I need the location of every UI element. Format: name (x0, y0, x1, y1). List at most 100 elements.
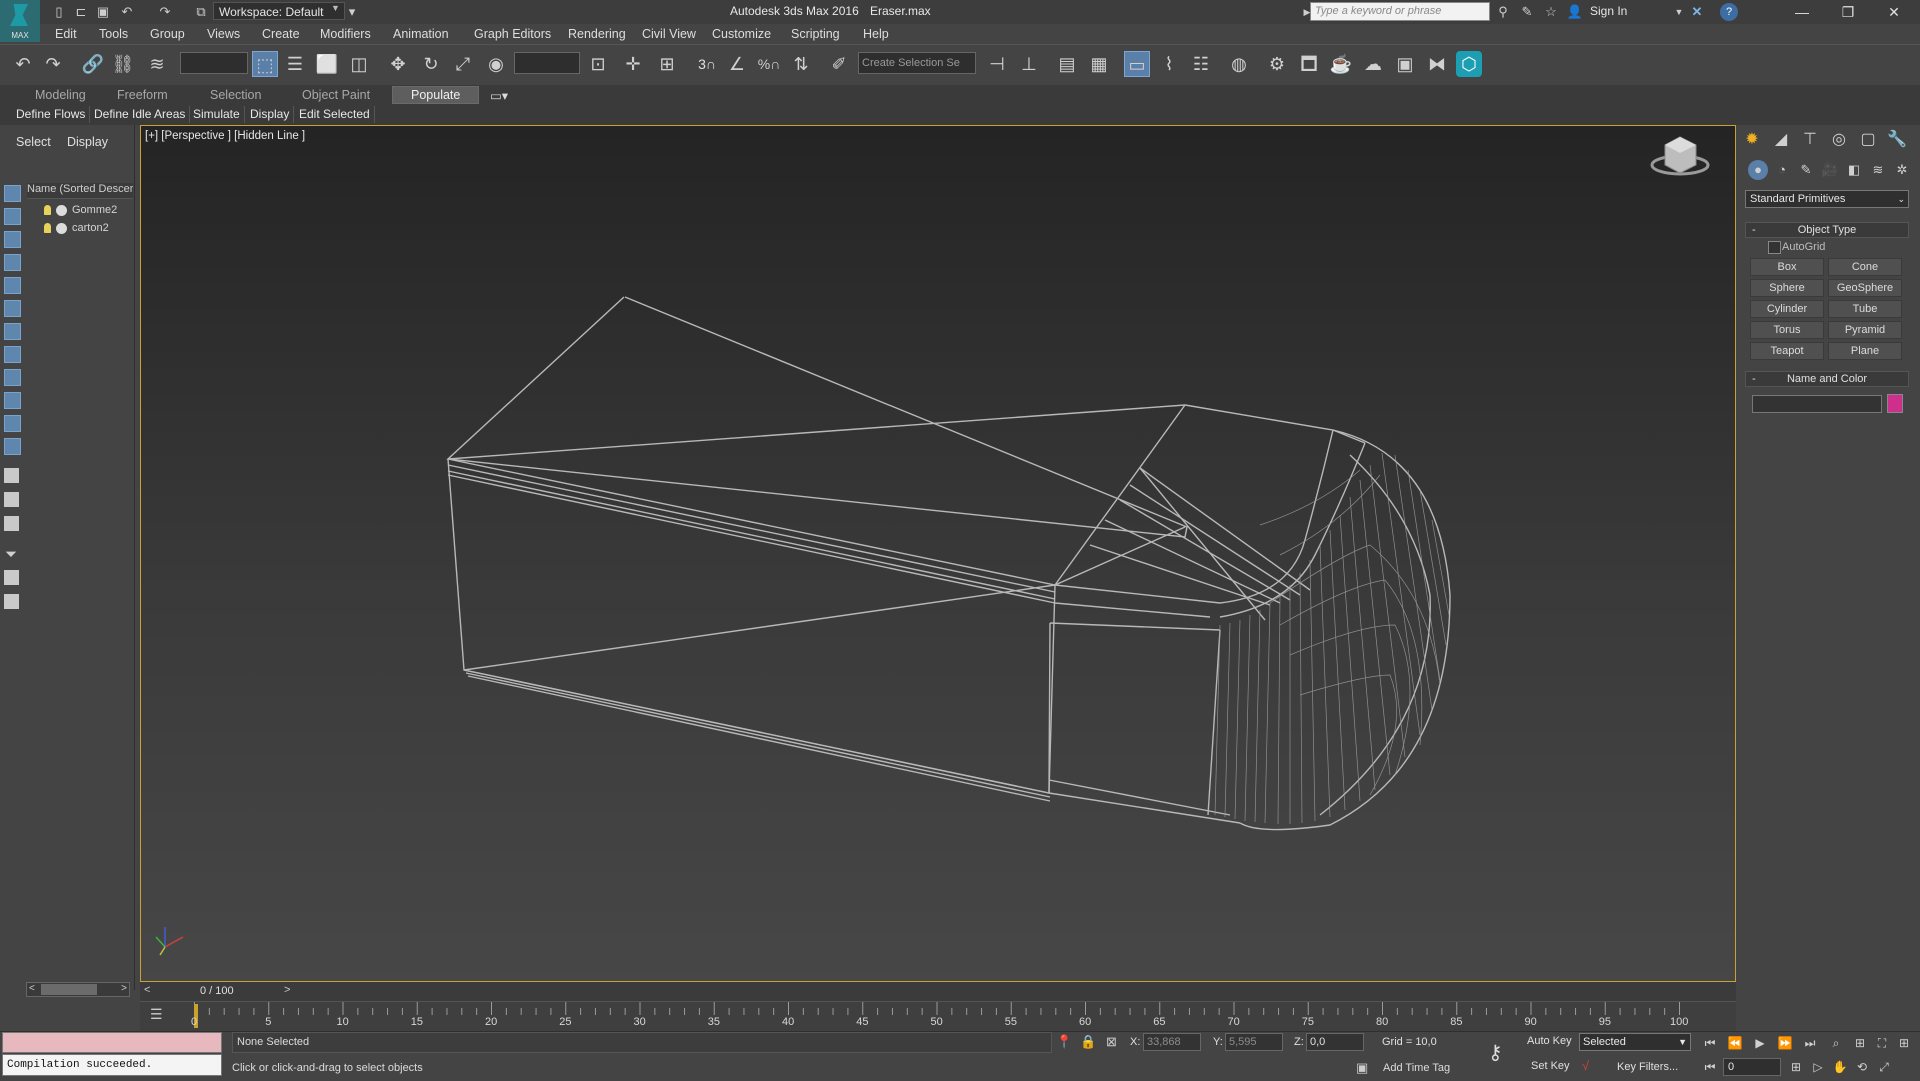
time-prev-icon[interactable]: < (144, 984, 150, 996)
sign-in-link[interactable]: Sign In (1590, 4, 1627, 18)
systems-category-icon[interactable]: ✲ (1892, 160, 1912, 180)
auto-key-button[interactable]: Auto Key (1527, 1035, 1572, 1047)
explorer-tab-select[interactable]: Select (16, 135, 51, 149)
zoom-icon[interactable]: ⌕ (1826, 1034, 1846, 1052)
time-configuration-icon[interactable]: ⊞ (1786, 1058, 1806, 1076)
y-coordinate-field[interactable]: 5,595 (1225, 1033, 1283, 1051)
open-file-icon[interactable]: ⊏ (72, 3, 90, 21)
go-to-start-icon[interactable]: ⏮ (1700, 1034, 1720, 1052)
unlink-icon[interactable]: ⛓ (110, 51, 136, 77)
space-warps-category-icon[interactable]: ≋ (1868, 160, 1888, 180)
rendered-frame-window-icon[interactable]: 🗖 (1296, 51, 1322, 77)
z-coordinate-field[interactable]: 0,0 (1306, 1033, 1364, 1051)
object-color-swatch[interactable] (1887, 394, 1903, 413)
list-item[interactable]: Gomme2 (44, 202, 117, 218)
motion-tab-icon[interactable]: ◎ (1828, 129, 1850, 151)
redo-icon[interactable]: ↷ (40, 51, 66, 77)
sign-in-arrow-icon[interactable]: ▼ (1670, 3, 1688, 21)
minimize-icon[interactable]: — (1780, 0, 1824, 24)
pivot-center-icon[interactable]: ⊡ (585, 51, 611, 77)
undo-quick-icon[interactable]: ↶ (118, 3, 136, 21)
simulate-button[interactable]: Simulate (189, 106, 245, 123)
tab-freeform[interactable]: Freeform (117, 88, 168, 102)
explorer-tab-display[interactable]: Display (67, 135, 108, 149)
select-manipulate-icon[interactable]: ✛ (620, 51, 646, 77)
render-production-icon[interactable]: ☕ (1328, 51, 1354, 77)
add-time-tag-button[interactable]: Add Time Tag (1383, 1062, 1450, 1074)
key-filters-button[interactable]: Key Filters... (1617, 1061, 1678, 1073)
render-iterative-icon[interactable]: ☁ (1360, 51, 1386, 77)
menu-customize[interactable]: Customize (712, 27, 771, 41)
object-type-rollout[interactable]: - Object Type (1745, 222, 1909, 238)
display-none-all-icon[interactable] (4, 492, 19, 507)
maximize-viewport-icon[interactable]: ⤢ (1874, 1058, 1894, 1076)
name-and-color-rollout[interactable]: - Name and Color (1745, 371, 1909, 387)
torus-button[interactable]: Torus (1750, 321, 1824, 339)
workspace-dropdown[interactable]: Workspace: Default (213, 2, 345, 20)
maxscript-listener-input[interactable] (2, 1032, 222, 1053)
menu-modifiers[interactable]: Modifiers (320, 27, 371, 41)
zoom-extents-icon[interactable]: ⛶ (1872, 1034, 1892, 1052)
mirror-icon[interactable]: ⊣ (984, 51, 1010, 77)
geometry-category-icon[interactable]: ● (1748, 160, 1768, 180)
close-icon[interactable]: ✕ (1872, 0, 1916, 24)
search-input[interactable]: Type a keyword or phrase (1310, 2, 1490, 21)
key-mode-toggle-icon[interactable]: ⏮ (1700, 1058, 1720, 1076)
column-header-name[interactable]: Name (Sorted Descer (27, 183, 133, 199)
display-tab-icon[interactable]: ▢ (1857, 129, 1879, 151)
invert-display-icon[interactable] (4, 516, 19, 531)
tube-button[interactable]: Tube (1828, 300, 1902, 318)
percent-snap-icon[interactable]: %∩ (756, 51, 782, 77)
view-cube[interactable] (1650, 136, 1710, 176)
tab-object-paint[interactable]: Object Paint (302, 88, 370, 102)
app-logo[interactable]: MAX (0, 0, 40, 42)
next-frame-icon[interactable]: ⏩ (1775, 1034, 1795, 1052)
material-editor-icon[interactable]: ◍ (1226, 51, 1252, 77)
tab-selection[interactable]: Selection (210, 88, 261, 102)
modify-tab-icon[interactable]: ◢ (1770, 129, 1792, 151)
rectangular-selection-icon[interactable]: ⬜ (314, 51, 340, 77)
align-icon[interactable]: ⊥ (1016, 51, 1042, 77)
teapot-button[interactable]: Teapot (1750, 342, 1824, 360)
undo-icon[interactable]: ↶ (10, 51, 36, 77)
menu-views[interactable]: Views (207, 27, 240, 41)
scroll-right-icon[interactable]: > (121, 983, 127, 994)
reference-coordinate-dropdown[interactable] (514, 52, 580, 74)
bind-space-warp-icon[interactable]: ≋ (144, 51, 170, 77)
scroll-left-icon[interactable]: < (29, 983, 35, 994)
display-frozen-icon[interactable] (4, 438, 21, 455)
display-helpers-icon[interactable] (4, 300, 21, 317)
window-crossing-icon[interactable]: ◫ (346, 51, 372, 77)
a360-icon[interactable]: ⬡ (1456, 51, 1482, 77)
set-key-button[interactable]: Set Key (1531, 1060, 1570, 1072)
geosphere-button[interactable]: GeoSphere (1828, 279, 1902, 297)
box-button[interactable]: Box (1750, 258, 1824, 276)
edit-named-selection-icon[interactable]: ✐ (826, 51, 852, 77)
menu-tools[interactable]: Tools (99, 27, 128, 41)
field-of-view-icon[interactable]: ▷ (1808, 1058, 1828, 1076)
communication-center-icon[interactable]: ✎ (1518, 3, 1536, 21)
curve-editor-icon[interactable]: ⌇ (1156, 51, 1182, 77)
scene-explorer-toggle-icon[interactable]: ▭ (1124, 51, 1150, 77)
ribbon-options-icon[interactable]: ▭▾ (490, 88, 508, 103)
selection-set-dropdown[interactable]: Selected ▼ (1579, 1033, 1691, 1051)
edit-selected-button[interactable]: Edit Selected (295, 106, 375, 123)
named-selection-dropdown[interactable]: Create Selection Se (858, 52, 976, 74)
display-groups-icon[interactable] (4, 346, 21, 363)
move-icon[interactable]: ✥ (385, 51, 411, 77)
display-cameras-icon[interactable] (4, 277, 21, 294)
pan-view-icon[interactable]: ✋ (1830, 1058, 1850, 1076)
autodesk-exchange-icon[interactable]: ✕ (1688, 3, 1706, 21)
selection-lock-icon[interactable]: 🔒 (1080, 1034, 1096, 1050)
mini-curve-editor-icon[interactable]: ☰ (150, 1006, 163, 1023)
favorites-star-icon[interactable]: ☆ (1542, 3, 1560, 21)
select-object-icon[interactable]: ⬚ (252, 51, 278, 77)
toggle-layer-explorer-icon[interactable]: ▤ (1054, 51, 1080, 77)
help-icon[interactable]: ? (1720, 3, 1738, 21)
light-bulb-icon[interactable] (44, 223, 51, 234)
display-shapes-icon[interactable] (4, 231, 21, 248)
display-bones-icon[interactable] (4, 392, 21, 409)
redo-quick-icon[interactable]: ↷ (156, 3, 174, 21)
cylinder-button[interactable]: Cylinder (1750, 300, 1824, 318)
tab-populate[interactable]: Populate (392, 86, 480, 104)
